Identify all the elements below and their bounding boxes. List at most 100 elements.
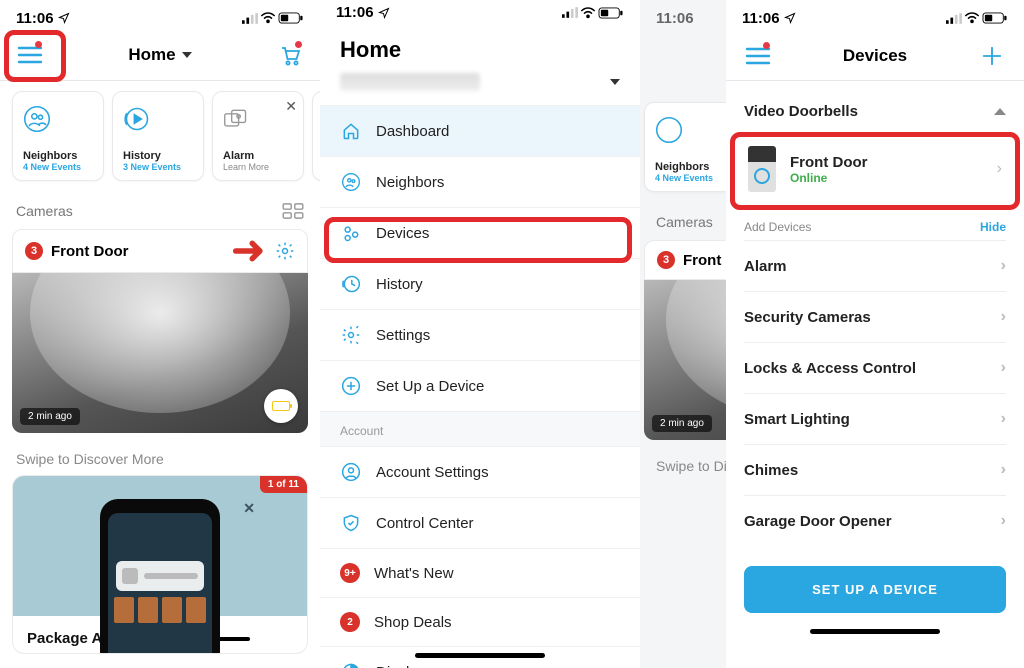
menu-item-label: History: [376, 276, 423, 293]
camera-preview[interactable]: 2 min ago: [12, 273, 308, 433]
menu-account-settings[interactable]: Account Settings: [320, 446, 640, 497]
history-icon: [123, 105, 151, 133]
screen-3-devices: 11:06 Devices Video Doorbells: [726, 0, 1024, 668]
section-label: Cameras: [16, 203, 73, 219]
add-row-locks[interactable]: Locks & Access Control›: [744, 343, 1006, 394]
hide-button[interactable]: Hide: [980, 220, 1006, 234]
menu-devices[interactable]: Devices: [320, 207, 640, 258]
menu-shop-deals[interactable]: 2 Shop Deals: [320, 597, 640, 646]
menu-item-label: Dashboard: [376, 123, 449, 140]
add-devices-header: Add Devices Hide: [744, 206, 1006, 240]
add-row-garage[interactable]: Garage Door Opener›: [744, 496, 1006, 546]
menu-item-label: Settings: [376, 327, 430, 344]
status-bar: 11:06: [320, 0, 640, 21]
quick-card-neighbors: Neighbors4 New Events: [644, 102, 726, 192]
set-up-device-button[interactable]: SET UP A DEVICE: [744, 566, 1006, 613]
quick-card-alarm[interactable]: ✕ Alarm Learn More: [212, 91, 304, 181]
plus-circle-icon: [340, 375, 362, 397]
menu-title: Home: [320, 21, 640, 69]
menu-dashboard[interactable]: Dashboard: [320, 105, 640, 156]
menu-item-label: Set Up a Device: [376, 378, 484, 395]
quick-cards-row[interactable]: Neighbors 4 New Events History 3 New Eve…: [0, 81, 320, 191]
card-title: History: [123, 150, 193, 162]
wifi-icon: [580, 7, 596, 19]
battery-icon: [982, 12, 1008, 24]
grid-view-icon[interactable]: [282, 203, 304, 219]
history-icon: [340, 273, 362, 295]
menu-history[interactable]: History: [320, 258, 640, 309]
notification-dot-icon: [35, 41, 42, 48]
menu-control-center[interactable]: Control Center: [320, 497, 640, 548]
menu-icon[interactable]: [14, 39, 46, 71]
screen-2-dimmed-slice: 11:06 Neighbors4 New Events Cameras 3Fro…: [640, 0, 726, 668]
devices-header: Devices: [726, 32, 1024, 80]
menu-item-label: Shop Deals: [374, 614, 452, 631]
quick-card-neighbors[interactable]: Neighbors 4 New Events: [12, 91, 104, 181]
camera-timestamp: 2 min ago: [20, 408, 80, 425]
menu-item-label: Neighbors: [376, 174, 444, 191]
add-icon[interactable]: [976, 40, 1008, 72]
card-subtitle: 4 New Events: [23, 162, 93, 172]
cameras-section-header: Cameras: [0, 191, 320, 229]
quick-card-more[interactable]: [312, 91, 320, 181]
menu-neighbors[interactable]: Neighbors: [320, 156, 640, 207]
chevron-right-icon: ›: [997, 160, 1002, 178]
location-icon: [58, 12, 70, 24]
battery-status-button[interactable]: [264, 389, 298, 423]
add-row-security-cameras[interactable]: Security Cameras›: [744, 292, 1006, 343]
gear-icon[interactable]: [275, 241, 295, 261]
menu-item-label: Control Center: [376, 515, 474, 532]
menu-main-list: Dashboard Neighbors Devices History Sett…: [320, 105, 640, 668]
add-row-smart-lighting[interactable]: Smart Lighting›: [744, 394, 1006, 445]
page-title: Devices: [843, 46, 907, 66]
status-bar: 11:06: [0, 0, 320, 32]
device-name: Front Door: [790, 154, 983, 171]
header-title[interactable]: Home: [46, 45, 274, 65]
location-icon: [784, 12, 796, 24]
menu-icon[interactable]: [742, 40, 774, 72]
device-front-door[interactable]: Front Door Online ›: [744, 132, 1006, 206]
menu-setup-device[interactable]: Set Up a Device: [320, 360, 640, 411]
battery-icon: [598, 7, 624, 19]
badge-icon: 9+: [340, 563, 360, 583]
location-selector[interactable]: [320, 69, 640, 105]
camera-header-row[interactable]: 3 Front Door: [12, 229, 308, 273]
quick-card-history[interactable]: History 3 New Events: [112, 91, 204, 181]
chevron-right-icon: ›: [1001, 308, 1006, 326]
group-video-doorbells[interactable]: Video Doorbells: [744, 81, 1006, 132]
person-icon: [340, 461, 362, 483]
cart-icon[interactable]: [274, 39, 306, 71]
card-subtitle: 3 New Events: [123, 162, 193, 172]
menu-item-label: What's New: [374, 565, 454, 582]
arrow-right-icon: [233, 240, 267, 262]
chevron-down-icon: [182, 52, 192, 58]
alarm-icon: [223, 108, 249, 130]
add-devices-label: Add Devices: [744, 220, 811, 234]
status-time: 11:06: [742, 10, 780, 27]
location-name-blurred: [340, 73, 480, 91]
discover-counter: 1 of 11: [260, 476, 307, 493]
group-label: Video Doorbells: [744, 103, 858, 120]
device-thumbnail: [748, 146, 776, 192]
home-icon: [340, 120, 362, 142]
chevron-right-icon: ›: [1001, 461, 1006, 479]
app-header: Home: [0, 32, 320, 80]
notification-dot-icon: [763, 42, 770, 49]
close-icon[interactable]: ✕: [285, 98, 297, 115]
menu-item-label: Display: [376, 664, 425, 668]
screen-2-menu: 11:06 Home Dashboard Neighbors: [320, 0, 640, 668]
discover-card[interactable]: 1 of 11 ✕ Package Alerts: [12, 475, 308, 654]
neighbors-icon: [23, 105, 51, 133]
chevron-right-icon: ›: [1001, 257, 1006, 275]
add-row-alarm[interactable]: Alarm›: [744, 240, 1006, 292]
chevron-right-icon: ›: [1001, 410, 1006, 428]
chevron-right-icon: ›: [1001, 512, 1006, 530]
menu-whats-new[interactable]: 9+ What's New: [320, 548, 640, 597]
chevron-up-icon: [994, 108, 1006, 115]
devices-icon: [340, 222, 362, 244]
menu-settings[interactable]: Settings: [320, 309, 640, 360]
shield-icon: [340, 512, 362, 534]
card-title: Alarm: [223, 150, 293, 162]
add-row-chimes[interactable]: Chimes›: [744, 445, 1006, 496]
signal-icon: [562, 7, 578, 18]
